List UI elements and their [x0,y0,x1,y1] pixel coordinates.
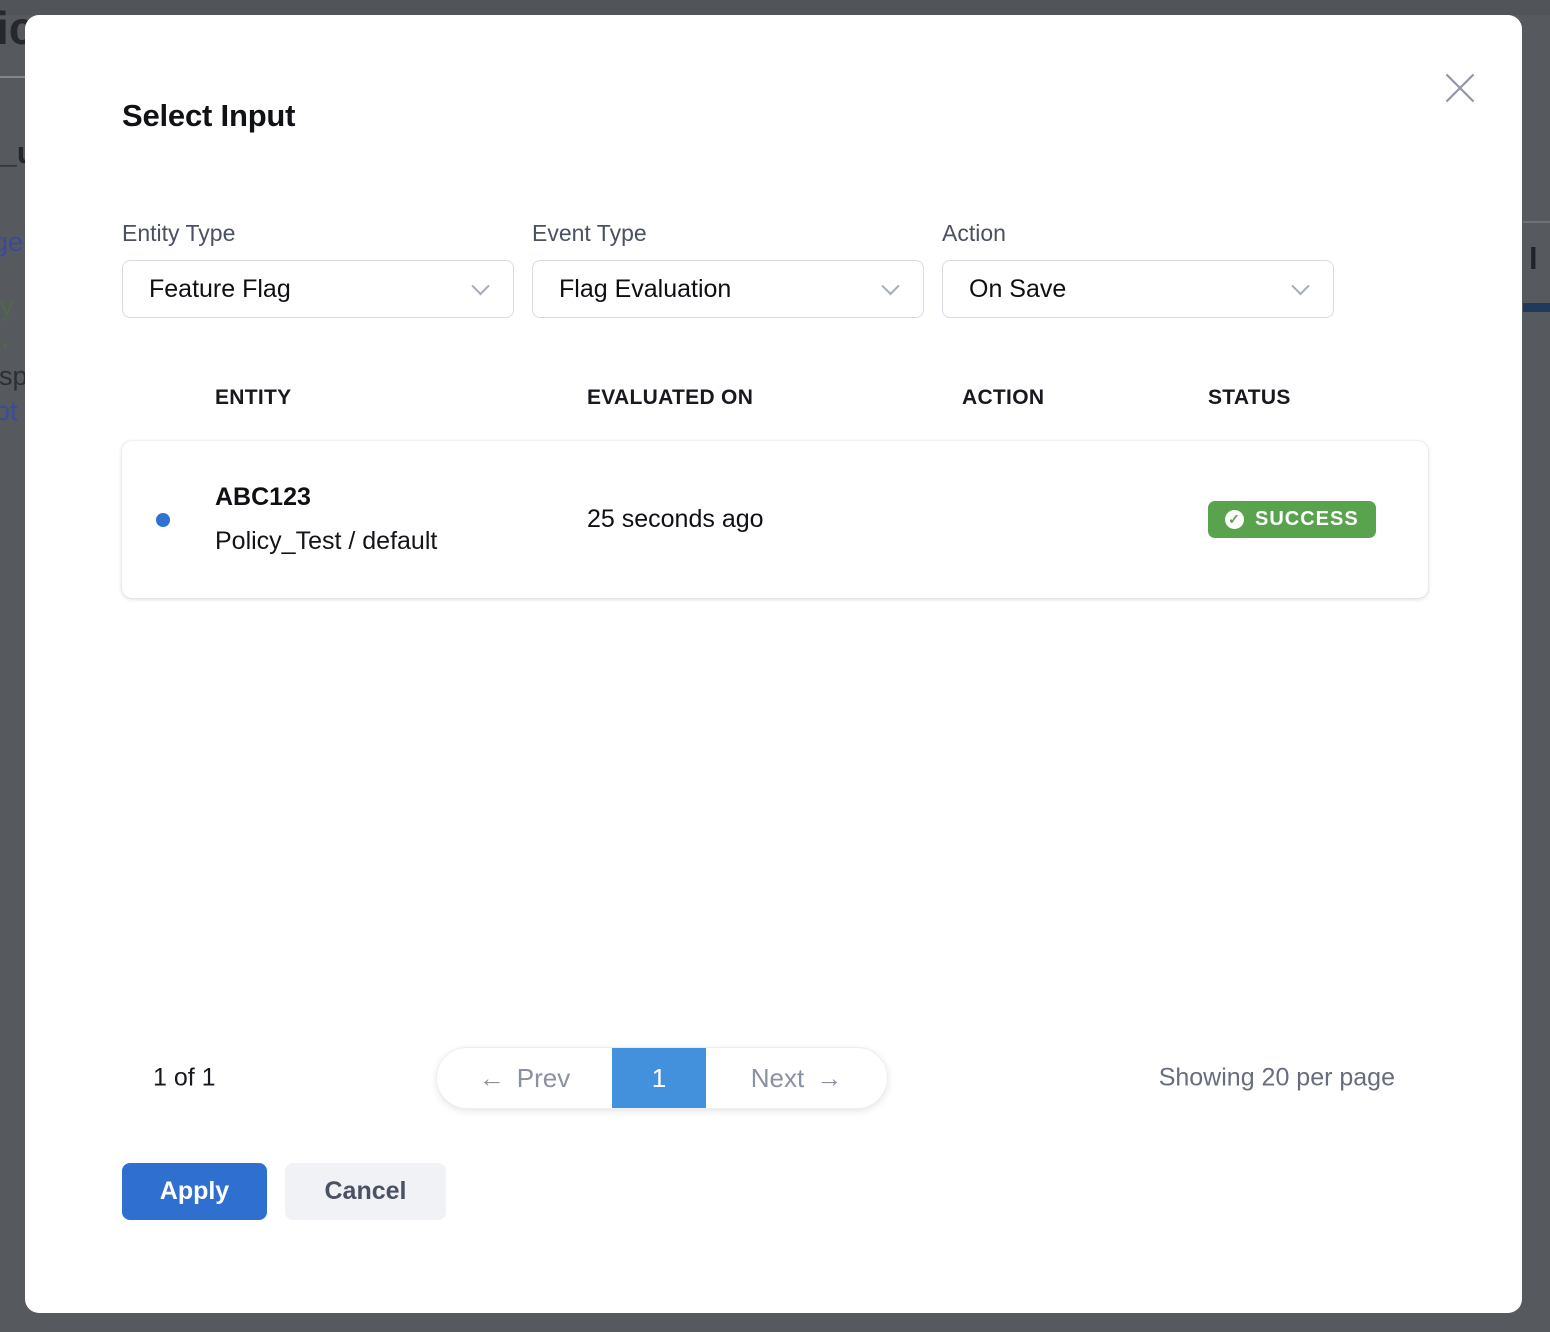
modal-footer: Apply Cancel [122,1163,446,1220]
select-input-modal: Select Input Entity Type Feature Flag Ev… [25,15,1522,1313]
action-value: On Save [969,275,1066,304]
cancel-button[interactable]: Cancel [285,1163,446,1220]
chevron-down-icon [881,277,899,295]
background-code-fragment: ge [0,227,23,258]
background-top-bar [0,0,1550,15]
pager: ← Prev 1 Next → [437,1048,887,1108]
background-active-tab-underline [1523,303,1550,312]
event-type-label: Event Type [532,220,924,247]
chevron-down-icon [471,277,489,295]
status-badge: ✓ SUCCESS [1208,501,1376,538]
background-divider [1523,221,1550,223]
page-summary: 1 of 1 [153,1064,216,1093]
status-badge-label: SUCCESS [1255,508,1359,531]
background-code-fragment: y [0,291,14,322]
column-header-action: ACTION [962,386,1208,410]
background-divider [0,76,27,78]
filter-bar: Entity Type Feature Flag Event Type Flag… [122,220,1428,318]
right-arrow-icon: → [816,1063,842,1094]
entity-cell: ABC123 Policy_Test / default [122,483,587,556]
table-row[interactable]: ABC123 Policy_Test / default 25 seconds … [122,441,1428,598]
entity-type-label: Entity Type [122,220,514,247]
entity-detail: Policy_Test / default [215,527,587,556]
evaluated-on-cell: 25 seconds ago [587,505,962,534]
background-code-fragment: sp [0,361,28,392]
prev-label: Prev [517,1063,570,1094]
page-1-button[interactable]: 1 [612,1048,706,1108]
modal-title: Select Input [122,98,1428,134]
row-radio-selected[interactable] [156,513,170,527]
background-tab-fragment: l [1529,241,1538,277]
column-header-entity: ENTITY [122,386,587,410]
prev-page-button[interactable]: ← Prev [437,1048,612,1108]
entity-type-value: Feature Flag [149,275,291,304]
action-label: Action [942,220,1334,247]
chevron-down-icon [1291,277,1309,295]
event-type-select[interactable]: Flag Evaluation [532,260,924,318]
modal-content: Select Input Entity Type Feature Flag Ev… [25,15,1522,1313]
event-type-value: Flag Evaluation [559,275,731,304]
left-arrow-icon: ← [479,1063,505,1094]
per-page-text: Showing 20 per page [1159,1064,1395,1093]
apply-button[interactable]: Apply [122,1163,267,1220]
filter-action: Action On Save [942,220,1334,318]
background-code-fragment: ot [0,396,18,427]
check-circle-icon: ✓ [1225,510,1244,529]
filter-entity-type: Entity Type Feature Flag [122,220,514,318]
filter-event-type: Event Type Flag Evaluation [532,220,924,318]
next-label: Next [751,1063,804,1094]
column-header-evaluated-on: EVALUATED ON [587,386,962,410]
background-code-fragment: . [1,324,9,355]
entity-type-select[interactable]: Feature Flag [122,260,514,318]
entity-name: ABC123 [215,483,587,512]
action-select[interactable]: On Save [942,260,1334,318]
pagination-bar: 1 of 1 ← Prev 1 Next → Showing 20 per pa… [122,1048,1428,1108]
table-header-row: ENTITY EVALUATED ON ACTION STATUS [122,386,1428,410]
next-page-button[interactable]: Next → [706,1048,887,1108]
column-header-status: STATUS [1208,386,1428,410]
